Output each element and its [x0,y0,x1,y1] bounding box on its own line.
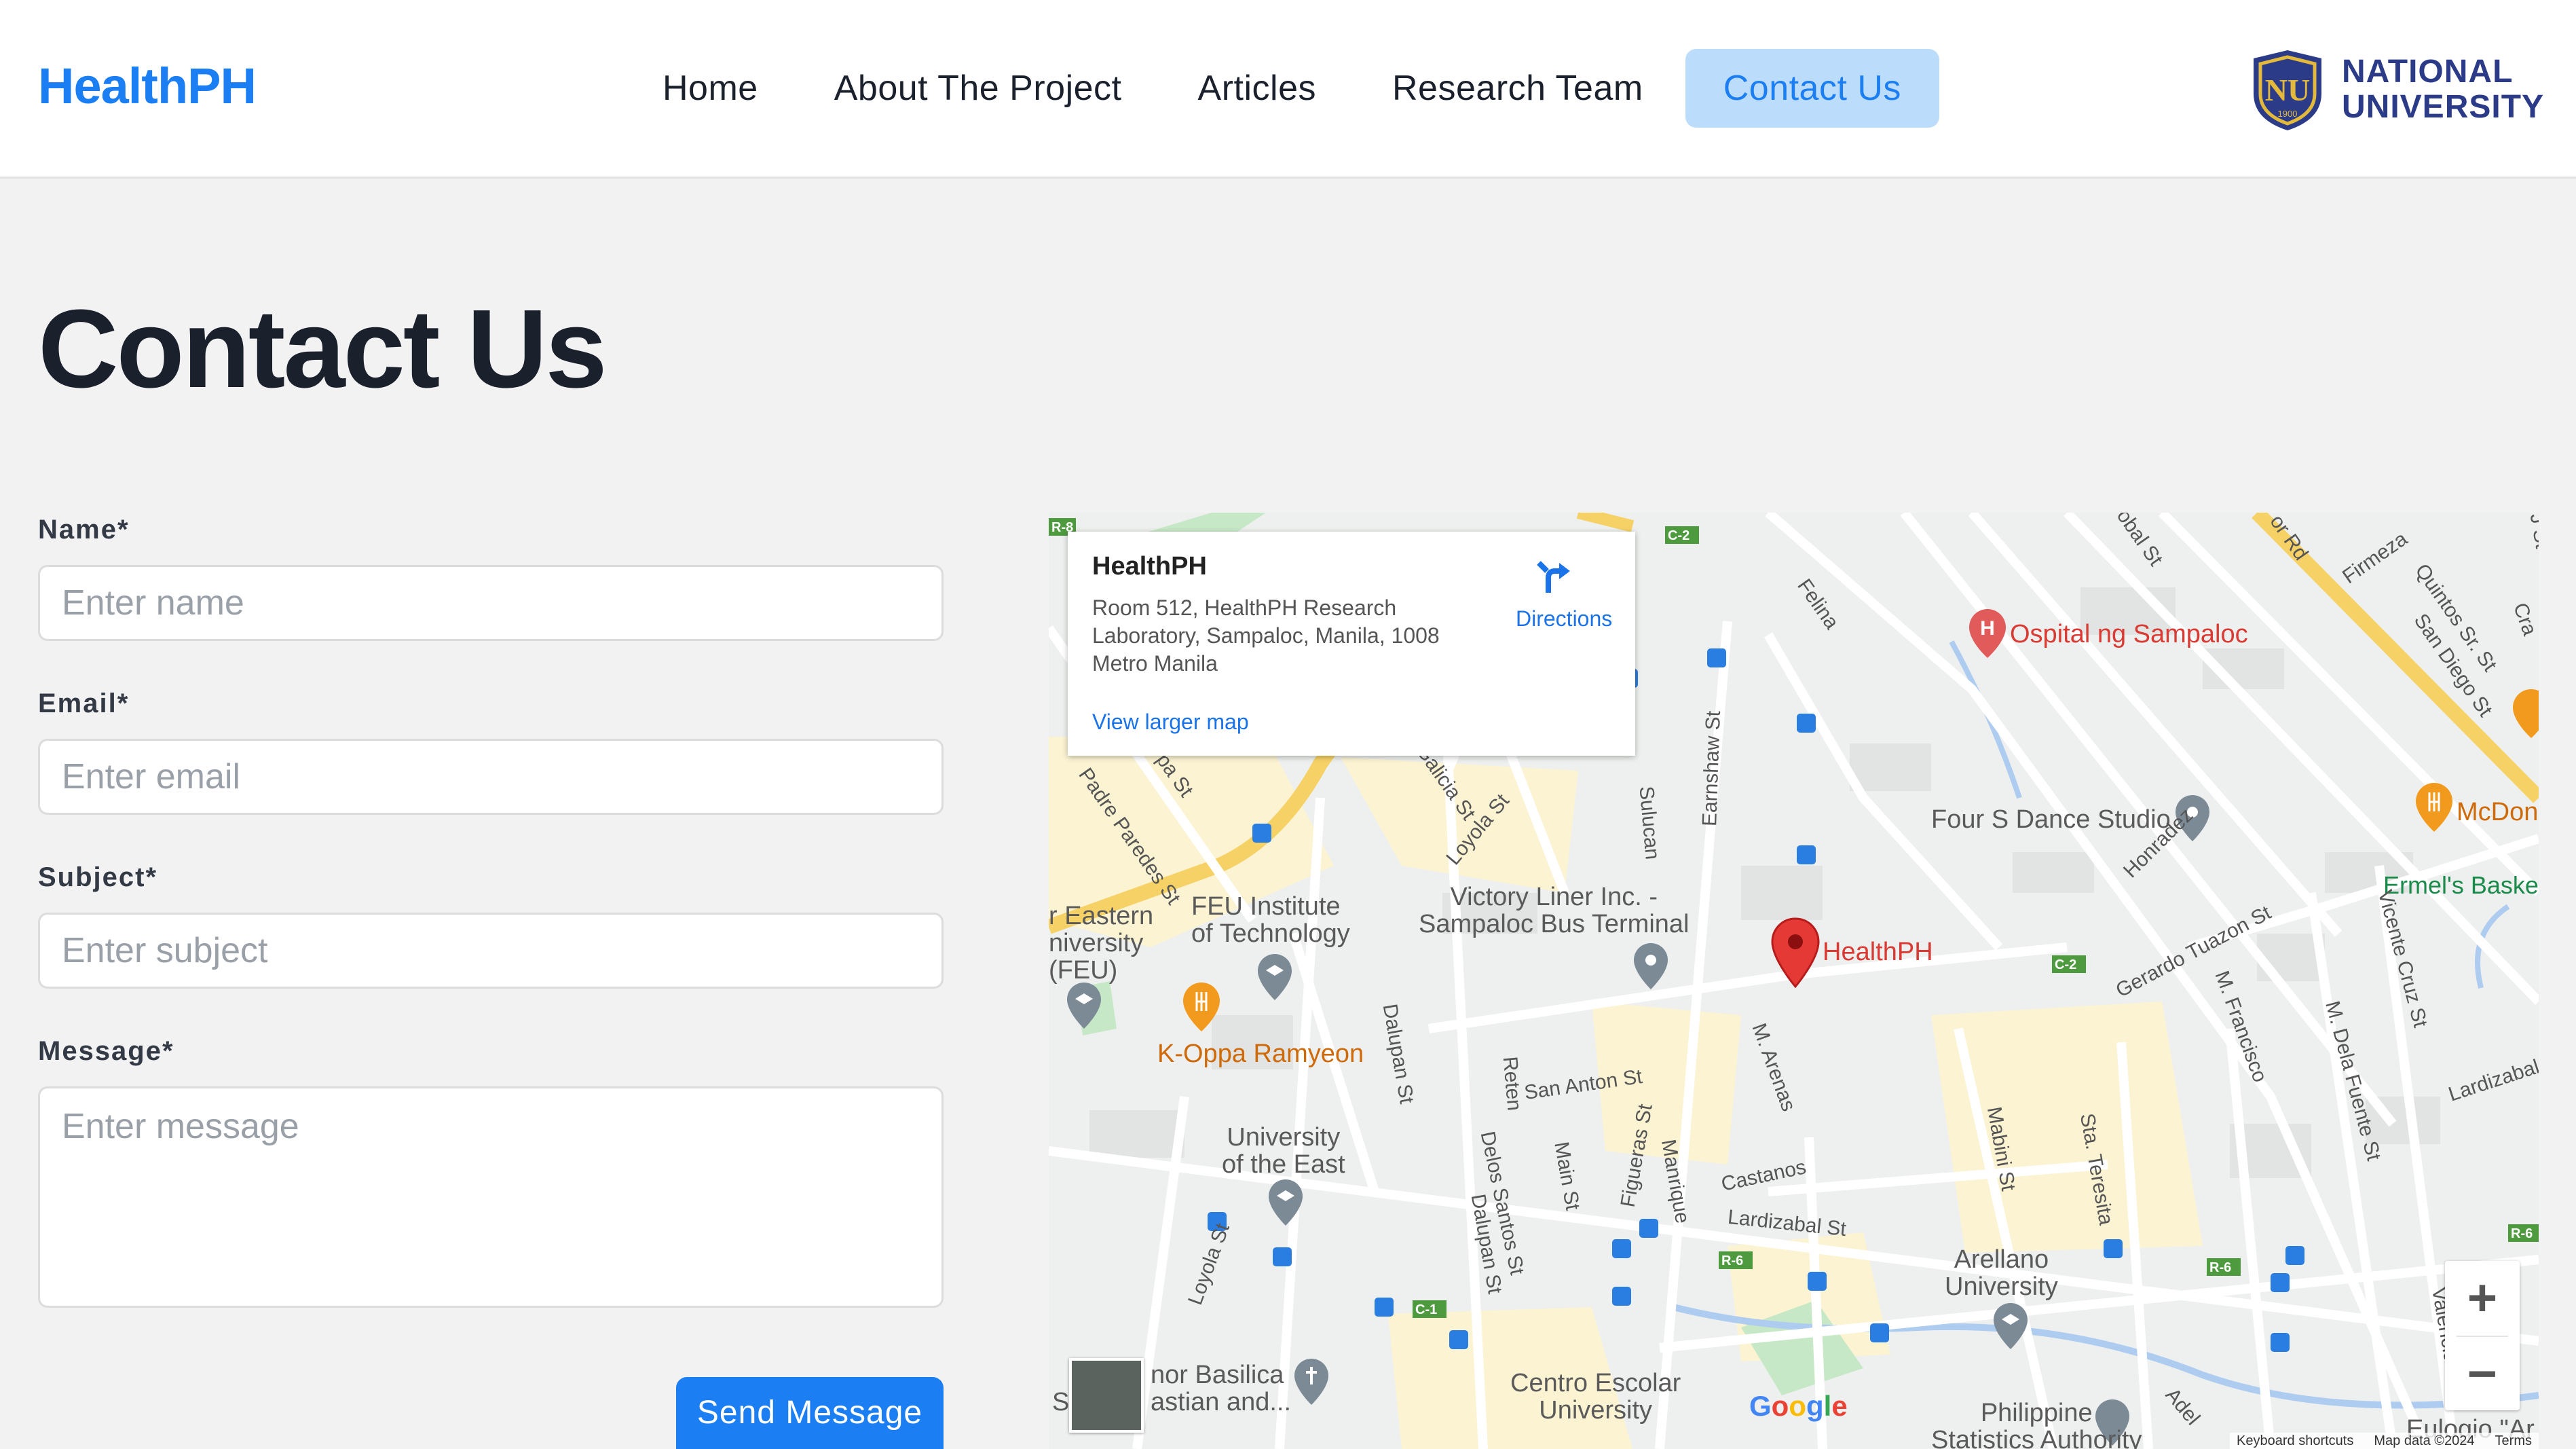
map-zoom-controls: + − [2445,1261,2520,1410]
directions-link[interactable]: Directions [1516,606,1612,631]
street-label: Earnshaw St [1698,710,1725,827]
brand-logo[interactable]: HealthPH [38,57,257,115]
google-logo: Google [1749,1390,1848,1422]
svg-text:NU: NU [2265,73,2310,107]
svg-text:H: H [1980,617,1995,640]
zoom-out-button[interactable]: − [2445,1337,2520,1412]
healthph-location-pin-icon[interactable] [1771,917,1820,988]
centro-escolar-label: Centro Escolar University [1510,1369,1681,1425]
shield-c2-label-2: C-2 [2055,957,2076,972]
arellano-university-label: Arellano University [1945,1245,2058,1301]
message-label: Message* [38,1036,174,1066]
feu-tech-label: FEU Institute of Technology [1191,892,1350,948]
national-university-wordmark: NATIONAL UNIVERSITY [2342,54,2545,125]
zoom-in-button[interactable]: + [2445,1261,2520,1336]
nav-about[interactable]: About The Project [796,49,1160,128]
psa-label: Philippine Statistics Authority [1931,1399,2142,1449]
map-data-text: Map data ©2024 [2374,1433,2475,1448]
healthph-pin-label: HealthPH [1823,938,1933,966]
basilica-s-fragment: S [1052,1388,1070,1416]
page-title: Contact Us [38,287,608,411]
email-label: Email* [38,689,130,718]
ermels-basket-label: Ermel's Baske [2383,871,2539,899]
school-pin-icon[interactable] [1256,953,1293,1002]
nav-articles[interactable]: Articles [1160,49,1354,128]
school-pin-icon-2[interactable] [1066,981,1102,1030]
name-label: Name* [38,515,130,545]
shield-c1-label: C-1 [1415,1302,1437,1317]
message-textarea[interactable]: Enter message [38,1086,944,1308]
nav-home[interactable]: Home [624,49,796,128]
terms-link[interactable]: Terms [2495,1433,2532,1449]
minor-basilica-label: nor Basilica astian and... [1151,1361,1292,1416]
mcdonalds-label: McDon [2457,798,2539,826]
church-pin-icon[interactable] [1293,1357,1330,1406]
shield-r6-label-3: R-6 [2511,1226,2533,1241]
satellite-layer-toggle[interactable] [1069,1358,1144,1433]
email-input[interactable]: Enter email [38,739,944,815]
university-of-the-east-label: University of the East [1222,1123,1345,1179]
info-card-title: HealthPH [1092,552,1207,581]
hospital-label: Ospital ng Sampaloc [2010,620,2248,648]
embedded-map[interactable]: R-8 C-2 C-2 R-6 R-6 R-6 C-1 HealthPH H O… [1049,513,2539,1449]
four-s-dance-studio-label: Four S Dance Studio [1931,805,2171,834]
view-larger-map-link[interactable]: View larger map [1092,710,1249,735]
feu-label: r Eastern niversity (FEU) [1049,902,1154,985]
keyboard-shortcuts-link[interactable]: Keyboard shortcuts [2237,1433,2353,1449]
victory-liner-label: Victory Liner Inc. - Sampaloc Bus Termin… [1419,883,1690,938]
directions-icon[interactable] [1535,557,1573,595]
nav-contact-us[interactable]: Contact Us [1685,49,1939,128]
shield-c2-label-1: C-2 [1668,528,1690,543]
shield-r6-label-2: R-6 [2209,1260,2231,1275]
street-label: Reten [1498,1055,1526,1112]
map-info-card: HealthPH Room 512, HealthPH Research Lab… [1068,532,1635,756]
main-nav: Home About The Project Articles Research… [624,49,1939,128]
hospital-pin-icon[interactable]: H [1968,608,2007,659]
school-pin-icon-4[interactable] [1992,1302,2029,1351]
restaurant-pin-icon-3[interactable] [2512,688,2539,739]
map-attribution: Keyboard shortcuts Map data ©2024 Terms [2230,1433,2539,1449]
restaurant-pin-icon-2[interactable] [2414,782,2454,833]
school-pin-icon-3[interactable] [1267,1178,1304,1227]
name-input[interactable]: Enter name [38,565,944,641]
k-oppa-ramyeon-label: K-Oppa Ramyeon [1157,1040,1364,1068]
bus-terminal-pin-icon[interactable] [1632,942,1669,991]
info-card-address: Room 512, HealthPH Research Laboratory, … [1092,595,1440,676]
svg-text:1900: 1900 [2278,109,2298,119]
restaurant-pin-icon[interactable] [1182,981,1221,1033]
subject-label: Subject* [38,862,158,892]
subject-input[interactable]: Enter subject [38,913,944,989]
site-header: HealthPH Home About The Project Articles… [0,0,2576,179]
nav-research-team[interactable]: Research Team [1354,49,1681,128]
send-message-button[interactable]: Send Message [676,1377,944,1449]
shield-r6-label-1: R-6 [1721,1253,1743,1268]
